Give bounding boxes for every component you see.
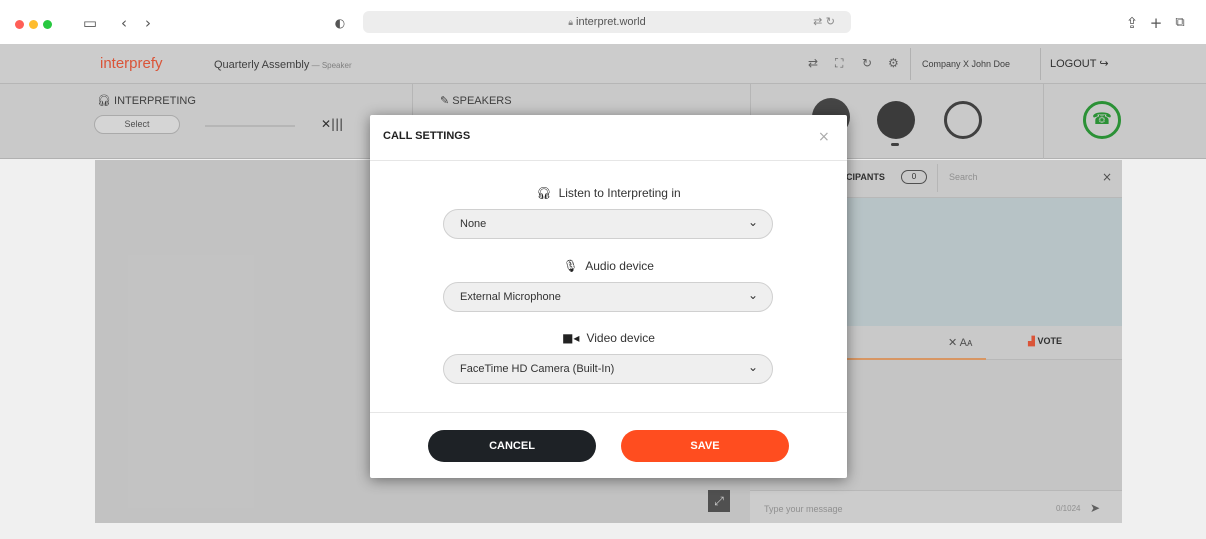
minimize-window-button[interactable] (29, 20, 38, 29)
divider (370, 412, 847, 413)
divider (370, 160, 847, 161)
interpreting-language-label: 🎧︎ Listen to Interpreting in (370, 186, 847, 200)
close-window-button[interactable] (15, 20, 24, 29)
address-bar[interactable]: 🔒︎ interpret.world ⇄ ↻ (363, 11, 851, 33)
sidebar-icon[interactable]: ▭ (80, 13, 100, 33)
close-icon[interactable]: × (818, 129, 830, 145)
browser-toolbar: ▭ ‹ › ◐ 🔒︎ interpret.world ⇄ ↻ ⇪ + ⧉ (0, 0, 1206, 44)
audio-device-value: External Microphone (460, 291, 561, 303)
window-controls (15, 20, 52, 29)
chevron-down-icon: ⌄ (747, 360, 758, 374)
headphones-icon: 🎧︎ (536, 186, 552, 200)
interpreting-language-text: Listen to Interpreting in (558, 186, 681, 200)
video-camera-icon: ■◂ (562, 331, 580, 345)
tabs-icon[interactable]: ⧉ (1170, 13, 1190, 33)
plus-icon[interactable]: + (1146, 13, 1166, 33)
url-text: interpret.world (576, 16, 646, 28)
shield-icon[interactable]: ◐ (330, 13, 350, 33)
share-icon[interactable]: ⇪ (1122, 13, 1142, 33)
chevron-down-icon: ⌄ (747, 288, 758, 302)
video-device-select[interactable]: FaceTime HD Camera (Built-In) ⌄ (443, 354, 773, 384)
video-device-text: Video device (586, 331, 655, 345)
audio-device-text: Audio device (585, 259, 654, 273)
call-settings-modal: CALL SETTINGS × 🎧︎ Listen to Interpreting… (370, 115, 847, 478)
chevron-right-icon[interactable]: › (138, 13, 158, 33)
audio-device-select[interactable]: External Microphone ⌄ (443, 282, 773, 312)
lock-icon: 🔒︎ (568, 18, 574, 28)
interpreting-language-value: None (460, 218, 487, 230)
chevron-left-icon[interactable]: ‹ (114, 13, 134, 33)
audio-device-label: 🎙︎ Audio device (370, 259, 847, 273)
video-device-label: ■◂ Video device (370, 331, 847, 345)
chevron-down-icon: ⌄ (747, 215, 758, 229)
interpreting-language-select[interactable]: None ⌄ (443, 209, 773, 239)
translate-icon[interactable]: ⇄ ↻ (813, 15, 835, 28)
modal-title: CALL SETTINGS (383, 130, 471, 142)
zoom-window-button[interactable] (43, 20, 52, 29)
cancel-button[interactable]: CANCEL (428, 430, 596, 462)
video-device-value: FaceTime HD Camera (Built-In) (460, 363, 615, 375)
microphone-icon: 🎙︎ (563, 259, 579, 273)
save-button[interactable]: SAVE (621, 430, 789, 462)
